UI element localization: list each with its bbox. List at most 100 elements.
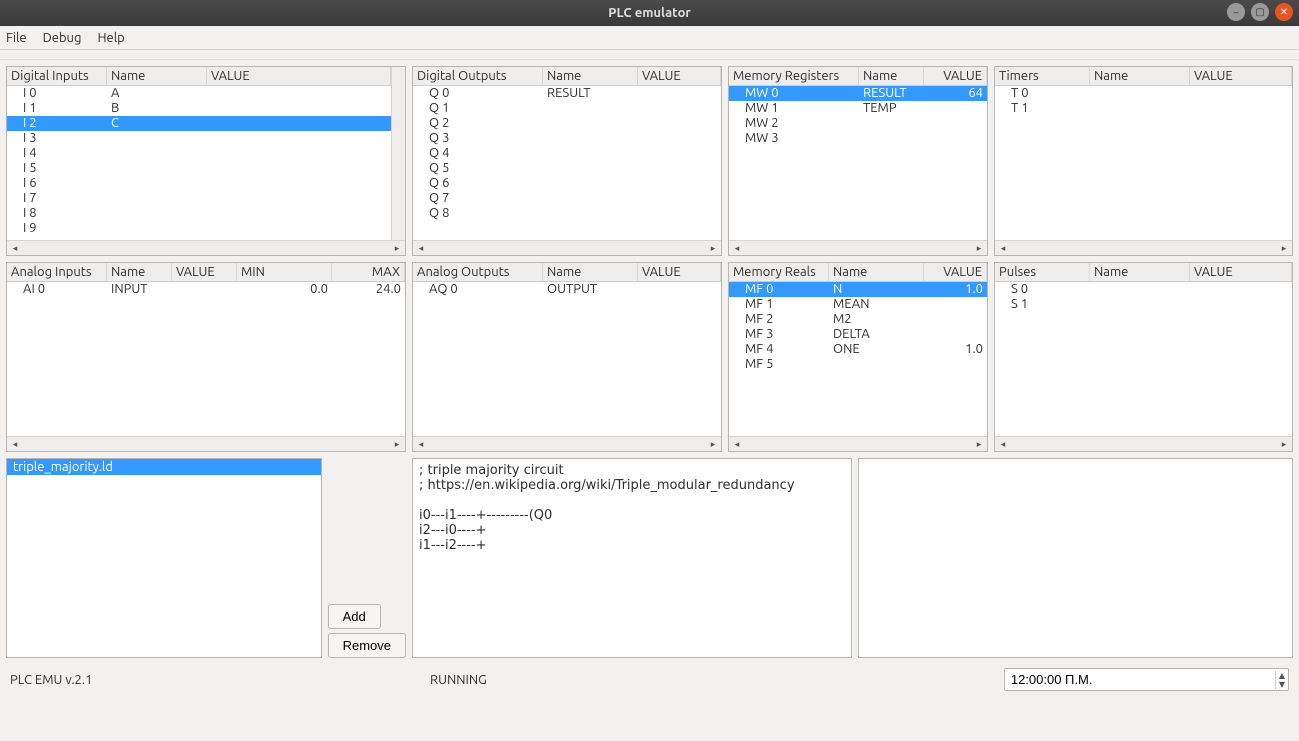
source-view[interactable]: ; triple majority circuit ; https://en.w… [412, 458, 852, 658]
pane-timers[interactable]: Timers Name VALUE T 0T 1 ◂▸ [994, 66, 1293, 256]
col-header[interactable]: VALUE [207, 67, 391, 85]
table-row[interactable]: MF 2M2 [729, 312, 987, 327]
table-row[interactable]: MW 1TEMP [729, 101, 987, 116]
col-header[interactable]: VALUE [924, 67, 987, 85]
table-row[interactable]: Q 3 [413, 131, 721, 146]
pane-digital-outputs[interactable]: Digital Outputs Name VALUE Q 0RESULTQ 1Q… [412, 66, 722, 256]
pane-memory-registers[interactable]: Memory Registers Name VALUE MW 0RESULT64… [728, 66, 988, 256]
col-header[interactable]: Memory Reals [729, 263, 829, 281]
col-header[interactable]: Name [107, 263, 172, 281]
col-header[interactable]: Name [543, 67, 638, 85]
col-header[interactable]: Timers [995, 67, 1090, 85]
col-header[interactable]: VALUE [924, 263, 987, 281]
table-row[interactable]: AI 0INPUT0.024.0 [7, 282, 405, 297]
remove-button[interactable]: Remove [328, 633, 406, 658]
add-button[interactable]: Add [328, 604, 381, 629]
chevron-down-icon[interactable]: ▼ [1276, 680, 1288, 689]
horizontal-scrollbar[interactable]: ◂▸ [413, 240, 721, 255]
cell: 1.0 [924, 282, 987, 297]
table-row[interactable]: Q 0RESULT [413, 86, 721, 101]
col-header[interactable]: Name [1090, 263, 1190, 281]
cell [107, 191, 207, 206]
table-row[interactable]: I 6 [7, 176, 391, 191]
table-row[interactable]: Q 2 [413, 116, 721, 131]
file-list[interactable]: triple_majority.ld [6, 458, 322, 658]
col-header[interactable]: Name [543, 263, 638, 281]
table-row[interactable]: I 5 [7, 161, 391, 176]
table-row[interactable]: Q 7 [413, 191, 721, 206]
table-row[interactable]: T 0 [995, 86, 1292, 101]
table-row[interactable]: MF 1MEAN [729, 297, 987, 312]
time-input[interactable] [1005, 669, 1275, 690]
horizontal-scrollbar[interactable]: ◂▸ [995, 436, 1292, 451]
table-row[interactable]: MF 5 [729, 357, 987, 372]
table-row[interactable]: Q 4 [413, 146, 721, 161]
table-row[interactable]: S 1 [995, 297, 1292, 312]
table-row[interactable]: I 1B [7, 101, 391, 116]
table-row[interactable]: T 1 [995, 101, 1292, 116]
col-header[interactable]: Digital Inputs [7, 67, 107, 85]
col-header[interactable]: Digital Outputs [413, 67, 543, 85]
table-row[interactable]: Q 8 [413, 206, 721, 221]
cell [638, 161, 721, 176]
menu-help[interactable]: Help [97, 31, 124, 45]
horizontal-scrollbar[interactable]: ◂▸ [995, 240, 1292, 255]
horizontal-scrollbar[interactable]: ◂▸ [7, 436, 405, 451]
cell: MF 2 [729, 312, 829, 327]
cell [1090, 101, 1190, 116]
minimize-icon[interactable]: – [1227, 3, 1245, 21]
close-icon[interactable]: ✕ [1275, 3, 1293, 21]
col-header[interactable]: VALUE [638, 263, 721, 281]
cell: I 1 [7, 101, 107, 116]
col-header[interactable]: Analog Inputs [7, 263, 107, 281]
menu-file[interactable]: File [6, 31, 27, 45]
table-row[interactable]: MW 3 [729, 131, 987, 146]
col-header[interactable]: MIN [237, 263, 332, 281]
time-spinner[interactable]: ▲ ▼ [1004, 668, 1289, 691]
pane-digital-inputs[interactable]: Digital Inputs Name VALUE I 0AI 1BI 2CI … [6, 66, 406, 256]
horizontal-scrollbar[interactable]: ◂▸ [729, 436, 987, 451]
col-header[interactable]: VALUE [172, 263, 237, 281]
chevron-up-icon[interactable]: ▲ [1276, 671, 1288, 680]
table-row[interactable]: I 2C [7, 116, 391, 131]
table-row[interactable]: I 0A [7, 86, 391, 101]
table-row[interactable]: I 9 [7, 221, 391, 236]
col-header[interactable]: VALUE [638, 67, 721, 85]
col-header[interactable]: Name [1090, 67, 1190, 85]
table-row[interactable]: I 3 [7, 131, 391, 146]
table-row[interactable]: I 4 [7, 146, 391, 161]
horizontal-scrollbar[interactable]: ◂▸ [413, 436, 721, 451]
table-row[interactable]: Q 6 [413, 176, 721, 191]
list-item[interactable]: triple_majority.ld [7, 459, 321, 475]
table-row[interactable]: MW 0RESULT64 [729, 86, 987, 101]
pane-analog-outputs[interactable]: Analog Outputs Name VALUE AQ 0OUTPUT ◂▸ [412, 262, 722, 452]
table-row[interactable]: MF 3DELTA [729, 327, 987, 342]
col-header[interactable]: VALUE [1190, 67, 1292, 85]
vertical-scrollbar[interactable] [391, 67, 405, 240]
table-row[interactable]: Q 1 [413, 101, 721, 116]
cell: 24.0 [332, 282, 405, 297]
col-header[interactable]: Pulses [995, 263, 1090, 281]
pane-memory-reals[interactable]: Memory Reals Name VALUE MF 0N1.0MF 1MEAN… [728, 262, 988, 452]
pane-pulses[interactable]: Pulses Name VALUE S 0S 1 ◂▸ [994, 262, 1293, 452]
col-header[interactable]: MAX [332, 263, 405, 281]
table-row[interactable]: MW 2 [729, 116, 987, 131]
table-row[interactable]: MF 0N1.0 [729, 282, 987, 297]
col-header[interactable]: Name [829, 263, 924, 281]
table-row[interactable]: S 0 [995, 282, 1292, 297]
col-header[interactable]: Name [859, 67, 924, 85]
col-header[interactable]: VALUE [1190, 263, 1292, 281]
table-row[interactable]: AQ 0OUTPUT [413, 282, 721, 297]
table-row[interactable]: Q 5 [413, 161, 721, 176]
table-row[interactable]: I 8 [7, 206, 391, 221]
col-header[interactable]: Analog Outputs [413, 263, 543, 281]
table-row[interactable]: MF 4ONE1.0 [729, 342, 987, 357]
horizontal-scrollbar[interactable]: ◂▸ [729, 240, 987, 255]
col-header[interactable]: Memory Registers [729, 67, 859, 85]
horizontal-scrollbar[interactable]: ◂▸ [7, 240, 405, 255]
col-header[interactable]: Name [107, 67, 207, 85]
maximize-icon[interactable]: ▢ [1251, 3, 1269, 21]
menu-debug[interactable]: Debug [43, 31, 82, 45]
pane-analog-inputs[interactable]: Analog Inputs Name VALUE MIN MAX AI 0INP… [6, 262, 406, 452]
table-row[interactable]: I 7 [7, 191, 391, 206]
